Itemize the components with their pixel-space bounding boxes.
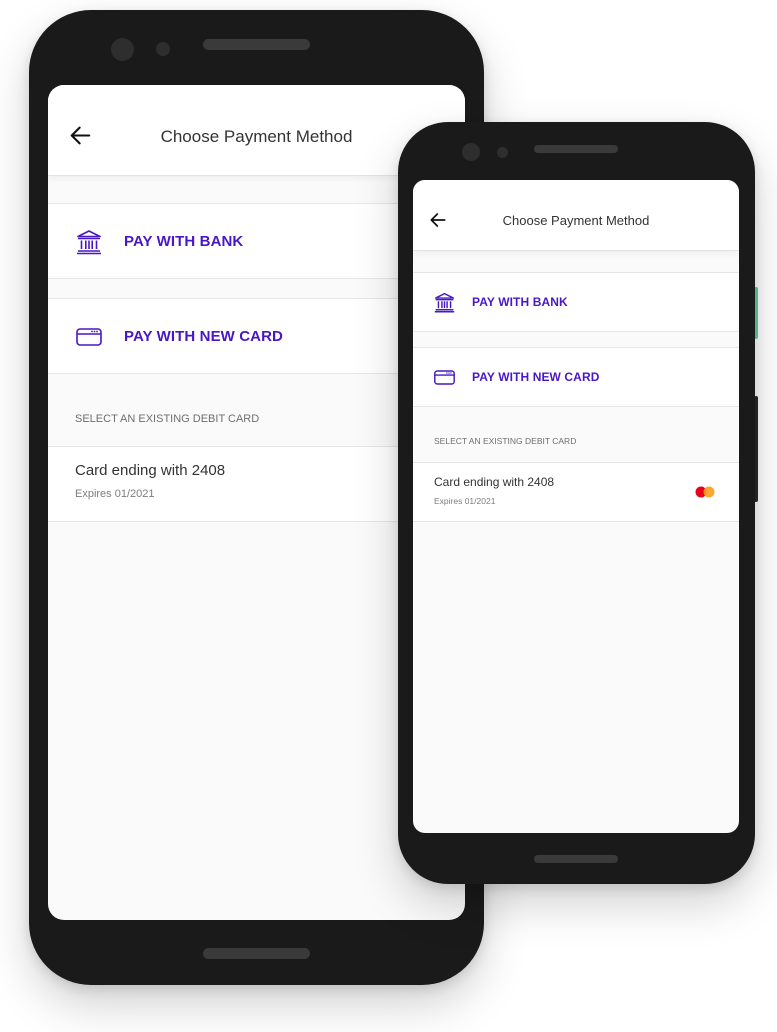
small-phone-frame: Choose Payment Method PAY WITH BANK PAY …: [398, 122, 755, 884]
card-expiry: Expires 01/2021: [75, 488, 155, 500]
pay-with-bank-label: PAY WITH BANK: [124, 233, 244, 250]
card-expiry: Expires 01/2021: [434, 496, 496, 506]
front-camera-icon: [111, 38, 134, 61]
pay-with-new-card-label: PAY WITH NEW CARD: [124, 328, 283, 345]
mastercard-icon: [695, 486, 715, 498]
existing-card-section-label: SELECT AN EXISTING DEBIT CARD: [75, 413, 260, 425]
credit-card-icon: [434, 370, 455, 385]
front-camera-icon: [462, 143, 480, 161]
app-header: Choose Payment Method: [413, 180, 739, 251]
pay-with-bank-option[interactable]: PAY WITH BANK: [413, 272, 739, 332]
credit-card-icon: [76, 328, 102, 346]
existing-card-row[interactable]: Card ending with 2408 Expires 01/2021: [413, 462, 739, 522]
bottom-speaker-bar: [534, 855, 618, 863]
bottom-speaker-bar: [203, 948, 310, 959]
sensor-icon: [156, 42, 170, 56]
pay-with-new-card-label: PAY WITH NEW CARD: [472, 370, 600, 384]
card-title: Card ending with 2408: [434, 475, 555, 489]
sensor-icon: [497, 147, 508, 158]
page-title: Choose Payment Method: [502, 213, 650, 228]
earpiece-speaker: [534, 145, 618, 153]
bank-icon: [77, 230, 101, 255]
existing-card-section-label: SELECT AN EXISTING DEBIT CARD: [434, 436, 577, 446]
pay-with-new-card-option[interactable]: PAY WITH NEW CARD: [413, 347, 739, 407]
pay-with-bank-label: PAY WITH BANK: [472, 295, 568, 309]
earpiece-speaker: [203, 39, 310, 50]
bank-icon: [434, 292, 455, 313]
small-phone-screen: Choose Payment Method PAY WITH BANK PAY …: [413, 180, 739, 833]
page-title: Choose Payment Method: [160, 127, 353, 146]
card-title: Card ending with 2408: [75, 462, 226, 479]
